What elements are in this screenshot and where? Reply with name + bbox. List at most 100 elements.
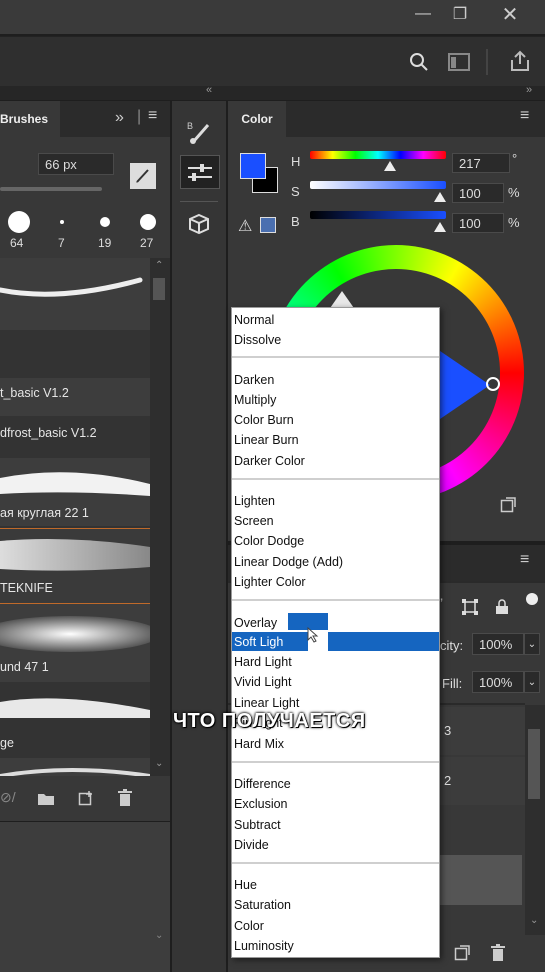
hue-slider-handle[interactable] — [384, 161, 396, 171]
artboard-icon[interactable] — [462, 599, 478, 615]
new-swatch-icon[interactable] — [500, 497, 516, 513]
brightness-field[interactable]: 100 — [452, 213, 504, 233]
foreground-color-swatch[interactable] — [240, 153, 266, 179]
workspace-button[interactable] — [446, 50, 472, 74]
layer-row[interactable]: 3 — [438, 707, 525, 755]
menu-item-saturation[interactable]: Saturation — [234, 895, 291, 914]
preset-brush-7[interactable] — [60, 220, 64, 224]
layer-row[interactable]: 2 — [438, 757, 525, 805]
collapse-left-icon[interactable]: « — [206, 84, 212, 96]
preset-brush-19[interactable] — [100, 217, 110, 227]
scrollbar-thumb[interactable] — [153, 278, 165, 300]
list-item[interactable] — [0, 332, 150, 376]
menu-item-linear-dodge[interactable]: Linear Dodge (Add) — [234, 552, 343, 571]
brush-size-field[interactable]: 66 px — [38, 153, 114, 175]
menu-item-hard-light[interactable]: Hard Light — [234, 652, 292, 671]
list-item[interactable] — [0, 758, 150, 776]
tool-strip: B — [172, 101, 226, 972]
divider — [180, 201, 218, 202]
hue-ring-handle[interactable] — [486, 377, 500, 391]
folder-icon[interactable] — [37, 792, 55, 806]
brush-settings-button[interactable]: B — [184, 117, 214, 147]
menu-item-overlay[interactable]: Overlay — [234, 613, 277, 632]
layer-row-selected[interactable] — [438, 855, 522, 905]
menu-item-exclusion[interactable]: Exclusion — [234, 794, 288, 813]
brush-settings-icon[interactable]: ⊘/ — [0, 789, 16, 806]
color-triangle[interactable] — [440, 351, 490, 419]
menu-item-hard-mix[interactable]: Hard Mix — [234, 734, 284, 753]
fill-field[interactable]: 100% — [472, 671, 524, 693]
menu-item-color-burn[interactable]: Color Burn — [234, 410, 294, 429]
tab-color[interactable]: Color — [228, 101, 286, 137]
list-item[interactable]: t_basic V1.2 — [0, 378, 150, 416]
list-item[interactable]: ge — [0, 684, 150, 756]
tab-brushes[interactable]: Brushes — [0, 101, 60, 137]
saturation-slider-handle[interactable] — [434, 192, 446, 202]
menu-item-luminosity[interactable]: Luminosity — [234, 936, 294, 955]
list-item[interactable]: TEKNIFE — [0, 528, 150, 604]
scroll-down-icon[interactable]: ⌄ — [155, 758, 163, 769]
new-brush-button[interactable] — [130, 163, 156, 189]
trash-icon[interactable] — [490, 944, 506, 962]
preset-brush-27[interactable] — [140, 214, 156, 230]
list-item[interactable]: und 47 1 — [0, 604, 150, 682]
warning-icon[interactable]: ⚠ — [238, 216, 252, 236]
new-layer-icon[interactable] — [454, 945, 470, 961]
hue-field[interactable]: 217 — [452, 153, 510, 173]
gamut-swatch[interactable] — [260, 217, 276, 233]
menu-item-soft-light[interactable]: Soft Ligh — [234, 632, 283, 651]
menu-item-darker-color[interactable]: Darker Color — [234, 451, 305, 470]
menu-item-divide[interactable]: Divide — [234, 835, 269, 854]
filter-icon[interactable]: ’ — [440, 595, 443, 611]
share-button[interactable] — [507, 48, 533, 74]
scroll-down-icon[interactable]: ⌄ — [155, 930, 163, 941]
search-button[interactable] — [406, 49, 432, 75]
opacity-field[interactable]: 100% — [472, 633, 524, 655]
brightness-slider[interactable] — [310, 211, 446, 219]
menu-item-subtract[interactable]: Subtract — [234, 815, 281, 834]
trash-icon[interactable] — [117, 789, 133, 807]
brush-size-slider[interactable] — [0, 187, 102, 191]
hue-slider[interactable] — [310, 151, 446, 159]
scroll-up-icon[interactable]: ⌃ — [155, 260, 163, 271]
menu-item-dissolve[interactable]: Dissolve — [234, 330, 281, 349]
restore-button[interactable]: ❐ — [440, 0, 480, 28]
menu-item-lighter-color[interactable]: Lighter Color — [234, 572, 306, 591]
menu-item-lighten[interactable]: Lighten — [234, 491, 275, 510]
layer-toggle-dot[interactable] — [526, 593, 538, 605]
menu-item-hue[interactable]: Hue — [234, 875, 257, 894]
adjustments-button[interactable] — [180, 155, 220, 189]
panel-menu-icon[interactable]: ≡ — [148, 107, 157, 125]
menu-item-color[interactable]: Color — [234, 916, 264, 935]
menu-item-screen[interactable]: Screen — [234, 511, 274, 530]
menu-item-color-dodge[interactable]: Color Dodge — [234, 531, 304, 550]
lock-icon[interactable] — [494, 599, 510, 615]
expand-icon[interactable]: » — [115, 109, 124, 127]
list-item[interactable]: ая круглая 22 1 — [0, 458, 150, 526]
close-button[interactable]: ✕ — [490, 0, 530, 28]
collapse-right-icon[interactable]: » — [526, 84, 532, 96]
minimize-button[interactable]: — — [403, 0, 443, 28]
menu-item-darken[interactable]: Darken — [234, 370, 274, 389]
scroll-down-icon[interactable]: ⌄ — [530, 915, 538, 926]
list-item[interactable] — [0, 258, 150, 330]
list-item[interactable]: dfrost_basic V1.2 — [0, 418, 150, 456]
preset-brush-64[interactable] — [8, 211, 30, 233]
fill-dropdown[interactable]: ⌄ — [524, 671, 540, 693]
opacity-dropdown[interactable]: ⌄ — [524, 633, 540, 655]
saturation-slider[interactable] — [310, 181, 446, 189]
menu-item-difference[interactable]: Difference — [234, 774, 291, 793]
brightness-slider-handle[interactable] — [434, 222, 446, 232]
scrollbar-thumb[interactable] — [528, 729, 540, 799]
menu-item-multiply[interactable]: Multiply — [234, 390, 276, 409]
3d-button[interactable] — [184, 209, 214, 239]
brush-list-scrollbar[interactable]: ⌃ ⌄ — [150, 258, 170, 776]
new-preset-icon[interactable] — [78, 790, 94, 806]
panel-menu-icon[interactable]: ≡ — [520, 107, 529, 125]
menu-item-normal[interactable]: Normal — [234, 310, 274, 329]
menu-item-linear-burn[interactable]: Linear Burn — [234, 430, 299, 449]
saturation-field[interactable]: 100 — [452, 183, 504, 203]
layers-scrollbar[interactable]: ⌄ — [525, 705, 545, 935]
panel-menu-icon[interactable]: ≡ — [520, 551, 529, 569]
menu-item-vivid-light[interactable]: Vivid Light — [234, 672, 291, 691]
